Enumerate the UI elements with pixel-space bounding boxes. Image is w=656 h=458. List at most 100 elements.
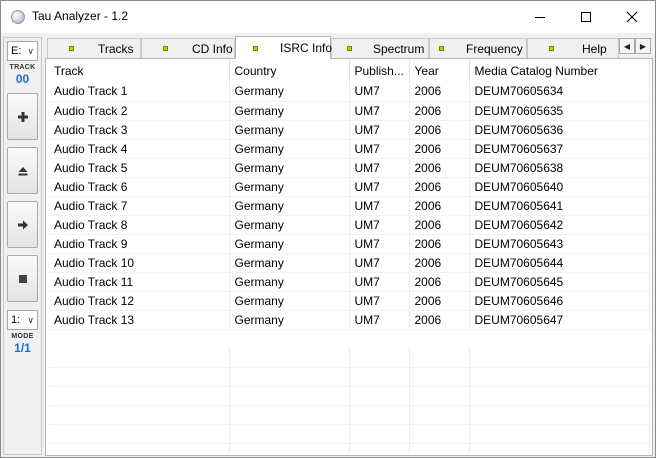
table-row[interactable]: Audio Track 7 Germany UM7 2006 DEUM70605641 [49, 196, 650, 216]
mode-counter-label: MODE [11, 333, 34, 340]
tab-tracks-label: Tracks [98, 41, 134, 56]
cell-country: Germany [229, 120, 350, 140]
table-row[interactable]: Audio Track 10 Germany UM7 2006 DEUM70605644 [49, 253, 650, 273]
table-row[interactable]: Audio Track 3 Germany UM7 2006 DEUM70605636 [49, 120, 650, 140]
cell-publisher: UM7 [349, 82, 410, 102]
cell-media-catalog-number: DEUM70605634 [469, 82, 650, 102]
mode-select-value: 1: [11, 314, 21, 326]
table-row[interactable]: Audio Track 5 Germany UM7 2006 DEUM70605638 [49, 158, 650, 178]
cell-year: 2006 [409, 120, 470, 140]
cell-media-catalog-number: DEUM70605637 [469, 139, 650, 159]
tab-spectrum[interactable]: Spectrum [331, 38, 429, 58]
close-button[interactable] [609, 1, 655, 33]
cell-year: 2006 [409, 310, 470, 330]
stop-icon [18, 274, 27, 283]
add-button[interactable] [7, 93, 38, 140]
table-row[interactable]: Audio Track 12 Germany UM7 2006 DEUM70605646 [49, 291, 650, 311]
cell-media-catalog-number: DEUM70605641 [469, 196, 650, 216]
cell-year: 2006 [409, 139, 470, 159]
tab-cd-info[interactable]: CD Info [141, 38, 235, 58]
cell-media-catalog-number: DEUM70605646 [469, 291, 650, 311]
column-header-year[interactable]: Year [409, 60, 470, 82]
cell-track: Audio Track 2 [49, 101, 230, 121]
cell-year: 2006 [409, 177, 470, 197]
tab-isrc-info-label: ISRC Info [280, 41, 333, 55]
cell-media-catalog-number: DEUM70605643 [469, 234, 650, 254]
empty-grid-area [49, 348, 650, 452]
cell-publisher: UM7 [349, 177, 410, 197]
chevron-down-icon: ∨ [27, 46, 34, 56]
cell-media-catalog-number: DEUM70605640 [469, 177, 650, 197]
mode-select[interactable]: 1: ∨ [7, 310, 38, 330]
app-window: Tau Analyzer - 1.2 E: ∨ TRACK 00 1: ∨ MO… [0, 0, 656, 458]
mode-counter-value: 1/1 [14, 341, 31, 355]
cell-country: Germany [229, 253, 350, 273]
column-header-country[interactable]: Country [229, 60, 350, 82]
tab-cd-info-label: CD Info [192, 41, 233, 56]
cell-country: Germany [229, 234, 350, 254]
cell-track: Audio Track 13 [49, 310, 230, 330]
isrc-table: Track Country Publish... Year Media Cata… [49, 60, 650, 330]
cell-media-catalog-number: DEUM70605642 [469, 215, 650, 235]
cell-publisher: UM7 [349, 158, 410, 178]
eject-icon [18, 166, 27, 175]
mode-counter: MODE 1/1 [6, 332, 39, 355]
table-row[interactable]: Audio Track 2 Germany UM7 2006 DEUM70605635 [49, 101, 650, 121]
cell-media-catalog-number: DEUM70605635 [469, 101, 650, 121]
tab-scroll-left-button[interactable]: ◀ [619, 38, 635, 54]
cell-track: Audio Track 8 [49, 215, 230, 235]
cell-track: Audio Track 3 [49, 120, 230, 140]
tab-tracks[interactable]: Tracks [47, 38, 141, 58]
status-led-icon [253, 45, 258, 51]
app-icon [11, 10, 25, 24]
close-icon [626, 11, 638, 23]
cell-country: Germany [229, 177, 350, 197]
cell-publisher: UM7 [349, 234, 410, 254]
table-row[interactable]: Audio Track 1 Germany UM7 2006 DEUM70605634 [49, 82, 650, 102]
maximize-button[interactable] [563, 1, 609, 33]
eject-button[interactable] [7, 147, 38, 194]
next-button[interactable] [7, 201, 38, 248]
table-row[interactable]: Audio Track 6 Germany UM7 2006 DEUM70605640 [49, 177, 650, 197]
next-icon [17, 220, 28, 229]
minimize-button[interactable] [517, 1, 563, 33]
tab-scroll-right-button[interactable]: ▶ [635, 38, 651, 54]
column-header-publisher[interactable]: Publish... [349, 60, 410, 82]
status-led-icon [439, 46, 444, 51]
tab-frequency[interactable]: Frequency [429, 38, 527, 58]
stop-button[interactable] [7, 255, 38, 302]
drive-select-value: E: [11, 45, 22, 57]
cell-year: 2006 [409, 101, 470, 121]
drive-select[interactable]: E: ∨ [7, 41, 38, 61]
cell-publisher: UM7 [349, 120, 410, 140]
status-led-icon [347, 46, 352, 51]
title-bar[interactable]: Tau Analyzer - 1.2 [1, 1, 655, 33]
table-row[interactable]: Audio Track 9 Germany UM7 2006 DEUM70605643 [49, 234, 650, 254]
track-counter-label: TRACK [9, 64, 36, 71]
cell-track: Audio Track 1 [49, 82, 230, 102]
cell-year: 2006 [409, 158, 470, 178]
isrc-panel: Track Country Publish... Year Media Cata… [45, 58, 653, 456]
cell-track: Audio Track 10 [49, 253, 230, 273]
table-body: Audio Track 1 Germany UM7 2006 DEUM70605634 A… [49, 82, 650, 330]
table-row[interactable]: Audio Track 11 Germany UM7 2006 DEUM70605645 [49, 272, 650, 292]
cell-media-catalog-number: DEUM70605638 [469, 158, 650, 178]
table-header-row: Track Country Publish... Year Media Cata… [49, 60, 650, 82]
tab-isrc-info[interactable]: ISRC Info [235, 36, 333, 59]
track-counter-value: 00 [15, 72, 30, 86]
table-row[interactable]: Audio Track 8 Germany UM7 2006 DEUM70605642 [49, 215, 650, 235]
control-sidebar: E: ∨ TRACK 00 1: ∨ MODE 1/1 [3, 37, 42, 455]
tab-frequency-label: Frequency [466, 41, 523, 56]
cell-country: Germany [229, 82, 350, 102]
minimize-icon [535, 17, 545, 18]
column-header-track[interactable]: Track [49, 60, 230, 82]
main-content: Tracks CD Info ISRC Info Spectrum Freque… [45, 36, 653, 456]
tab-help[interactable]: Help [527, 38, 619, 58]
cell-track: Audio Track 11 [49, 272, 230, 292]
cell-publisher: UM7 [349, 253, 410, 273]
cell-publisher: UM7 [349, 272, 410, 292]
column-header-media-catalog-number[interactable]: Media Catalog Number [469, 60, 650, 82]
status-led-icon [163, 46, 168, 51]
table-row[interactable]: Audio Track 13 Germany UM7 2006 DEUM70605647 [49, 310, 650, 330]
table-row[interactable]: Audio Track 4 Germany UM7 2006 DEUM70605637 [49, 139, 650, 159]
